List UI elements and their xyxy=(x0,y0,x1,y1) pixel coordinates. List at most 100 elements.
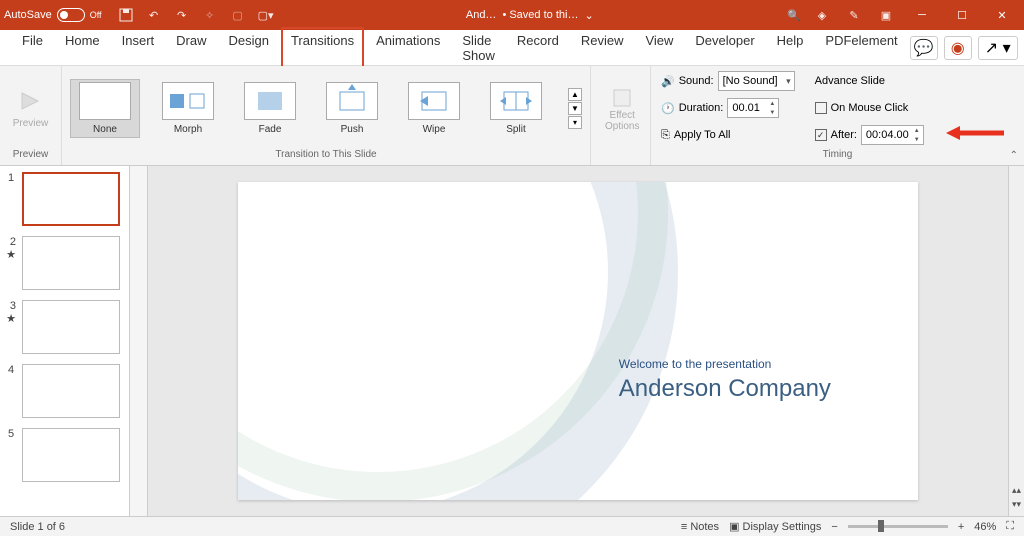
tab-design[interactable]: Design xyxy=(219,27,279,69)
zoom-out-button[interactable]: − xyxy=(831,521,837,533)
status-bar: Slide 1 of 6 ≡ Notes ▣ Display Settings … xyxy=(0,516,1024,536)
main-area: 12★3★45 Welcome to the presentation Ande… xyxy=(0,166,1024,516)
sound-value: [No Sound] xyxy=(723,75,778,87)
thumb-number: 2★ xyxy=(4,236,18,290)
tab-view[interactable]: View xyxy=(635,27,683,69)
tab-transitions[interactable]: Transitions xyxy=(281,27,364,69)
tab-developer[interactable]: Developer xyxy=(685,27,764,69)
transition-push[interactable]: Push xyxy=(318,80,386,137)
thumb-number: 5 xyxy=(4,428,18,482)
autosave-state: Off xyxy=(90,10,102,20)
tab-home[interactable]: Home xyxy=(55,27,110,69)
minimize-button[interactable]: ─ xyxy=(904,0,940,30)
after-checkbox[interactable]: ✓ After: 00:04.00▲▼ xyxy=(815,124,924,146)
record-button[interactable]: ◉ xyxy=(944,36,972,60)
undo-icon[interactable]: ↶ xyxy=(144,5,164,25)
clock-icon: 🕐 xyxy=(661,102,675,115)
sound-icon: 🔊 xyxy=(661,75,675,88)
spin-up[interactable]: ▲ xyxy=(766,99,778,108)
search-icon[interactable]: 🔍 xyxy=(784,5,804,25)
transition-morph[interactable]: Morph xyxy=(154,80,222,137)
preview-group: Preview xyxy=(8,147,53,163)
transition-split[interactable]: Split xyxy=(482,80,550,137)
title-bar: AutoSave Off ↶ ↷ ✧ ▢ ▢▾ And… • Saved to … xyxy=(0,0,1024,30)
slide-canvas: Welcome to the presentation Anderson Com… xyxy=(130,166,1024,516)
thumb-number: 3★ xyxy=(4,300,18,354)
duration-input[interactable]: 00.01▲▼ xyxy=(727,98,779,118)
start-icon[interactable]: ▢ xyxy=(228,5,248,25)
tab-slide-show[interactable]: Slide Show xyxy=(452,27,505,69)
transition-none[interactable]: None xyxy=(70,79,140,138)
tab-file[interactable]: File xyxy=(12,27,53,69)
zoom-slider[interactable] xyxy=(848,525,948,528)
present-icon[interactable]: ▢▾ xyxy=(256,5,276,25)
tab-insert[interactable]: Insert xyxy=(112,27,165,69)
autosave-toggle[interactable]: AutoSave Off xyxy=(4,8,102,22)
diamond-icon[interactable]: ◈ xyxy=(812,5,832,25)
collapse-ribbon-icon[interactable]: ⌃ xyxy=(1010,150,1018,161)
transition-fade[interactable]: Fade xyxy=(236,80,304,137)
chevron-down-icon[interactable]: ⌄ xyxy=(584,9,593,22)
autosave-label: AutoSave xyxy=(4,9,52,21)
preview-button: Preview xyxy=(13,89,49,129)
vertical-ruler xyxy=(130,166,148,516)
tab-pdfelement[interactable]: PDFelement xyxy=(815,27,907,69)
on-click-label: On Mouse Click xyxy=(831,102,909,114)
doc-name[interactable]: And… xyxy=(466,9,497,21)
after-input[interactable]: 00:04.00▲▼ xyxy=(861,125,924,145)
sound-row: 🔊 Sound: [No Sound] xyxy=(661,70,795,92)
zoom-in-button[interactable]: + xyxy=(958,521,964,533)
maximize-button[interactable]: ☐ xyxy=(944,0,980,30)
spin-up[interactable]: ▲ xyxy=(911,126,923,135)
thumbnail-5[interactable] xyxy=(22,428,120,482)
touch-icon[interactable]: ✧ xyxy=(200,5,220,25)
redo-icon[interactable]: ↷ xyxy=(172,5,192,25)
effect-options-button: Effect Options xyxy=(599,84,645,134)
window-icon[interactable]: ▣ xyxy=(876,5,896,25)
vertical-scrollbar[interactable]: ▴▴ ▾▾ xyxy=(1008,166,1024,516)
tab-help[interactable]: Help xyxy=(767,27,814,69)
spin-down[interactable]: ▼ xyxy=(766,108,778,117)
toggle-switch[interactable] xyxy=(57,8,85,22)
tab-animations[interactable]: Animations xyxy=(366,27,450,69)
thumbnail-4[interactable] xyxy=(22,364,120,418)
slide-1[interactable]: Welcome to the presentation Anderson Com… xyxy=(238,182,918,500)
transition-wipe[interactable]: Wipe xyxy=(400,80,468,137)
tab-draw[interactable]: Draw xyxy=(166,27,216,69)
prev-slide-icon[interactable]: ▴▴ xyxy=(1012,485,1021,496)
slide-title: Anderson Company xyxy=(619,375,831,403)
gallery-up[interactable]: ▲ xyxy=(568,88,582,101)
spin-down[interactable]: ▼ xyxy=(911,135,923,144)
after-value: 00:04.00 xyxy=(866,129,909,141)
slide-indicator[interactable]: Slide 1 of 6 xyxy=(10,521,65,533)
save-icon[interactable] xyxy=(116,5,136,25)
on-mouse-click-checkbox[interactable]: On Mouse Click xyxy=(815,97,924,119)
display-settings-button[interactable]: ▣ Display Settings xyxy=(729,520,821,533)
notes-button[interactable]: ≡ Notes xyxy=(681,521,719,533)
thumbnail-2[interactable] xyxy=(22,236,120,290)
gallery-down[interactable]: ▼ xyxy=(568,102,582,115)
next-slide-icon[interactable]: ▾▾ xyxy=(1012,499,1021,510)
comments-button[interactable]: 💬 xyxy=(910,36,938,60)
after-label: After: xyxy=(831,129,857,141)
slide-subtitle: Welcome to the presentation xyxy=(619,357,831,371)
thumb-number: 1 xyxy=(4,172,18,226)
thumbnail-1[interactable] xyxy=(22,172,120,226)
wand-icon[interactable]: ✎ xyxy=(844,5,864,25)
tab-record[interactable]: Record xyxy=(507,27,569,69)
thumbnail-3[interactable] xyxy=(22,300,120,354)
fit-to-window-icon[interactable]: ⛶ xyxy=(1006,520,1014,533)
share-button[interactable]: ↗ ▾ xyxy=(978,36,1018,60)
zoom-level[interactable]: 46% xyxy=(974,521,996,533)
apply-all-label: Apply To All xyxy=(674,129,731,141)
close-button[interactable]: ✕ xyxy=(984,0,1020,30)
apply-all-button[interactable]: ⎘ Apply To All xyxy=(661,124,795,146)
duration-label: Duration: xyxy=(679,102,724,114)
gallery-more[interactable]: ▾ xyxy=(568,116,582,129)
preview-label: Preview xyxy=(13,118,49,129)
save-status[interactable]: • Saved to thi… xyxy=(502,9,578,21)
sound-select[interactable]: [No Sound] xyxy=(718,71,795,91)
effect-options-label: Effect Options xyxy=(605,110,639,132)
tab-review[interactable]: Review xyxy=(571,27,634,69)
checkbox-checked-icon: ✓ xyxy=(815,129,827,141)
